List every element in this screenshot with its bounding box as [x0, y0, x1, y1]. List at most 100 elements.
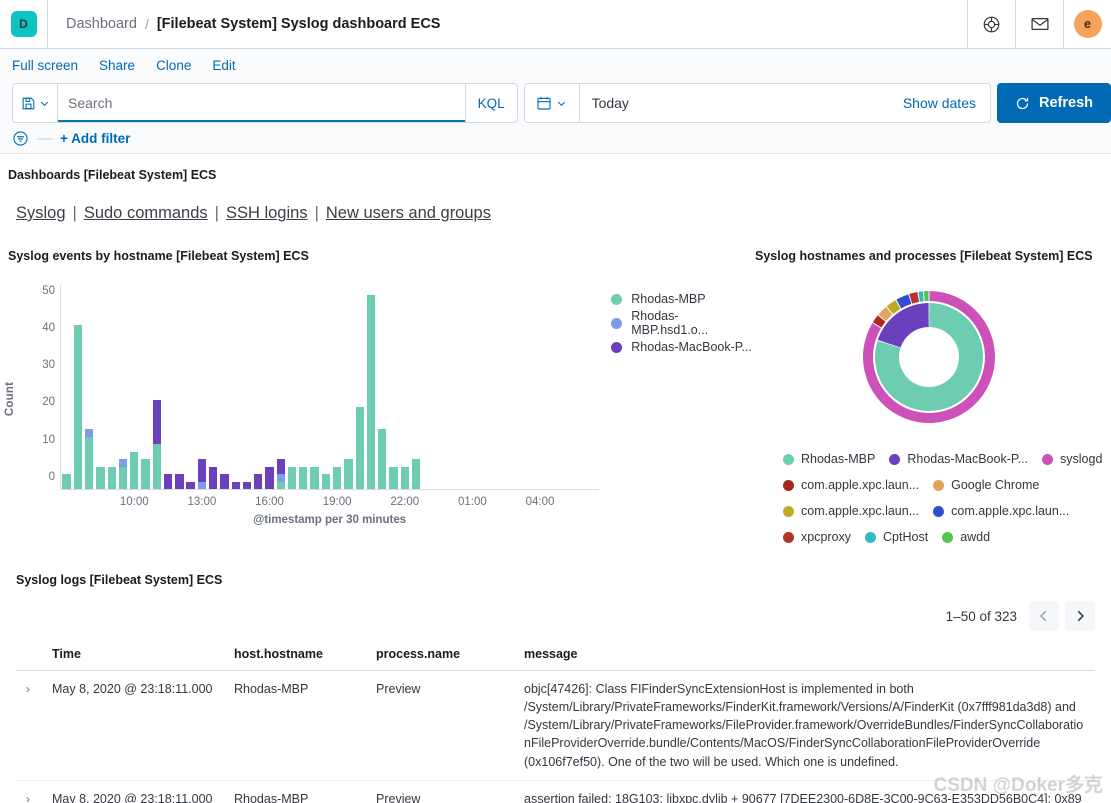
bar-segment-0[interactable]	[130, 452, 138, 489]
legend-item[interactable]: Google Chrome	[933, 475, 1039, 495]
bar-stack[interactable]	[96, 467, 104, 489]
bar-stack[interactable]	[344, 459, 352, 489]
bar-segment-2[interactable]	[243, 482, 251, 489]
legend-item[interactable]: Rhodas-MBP	[783, 449, 875, 469]
link-sudo-commands[interactable]: Sudo commands	[84, 204, 208, 223]
expand-row-cell[interactable]: ›	[16, 780, 42, 803]
bar-segment-0[interactable]	[299, 467, 307, 489]
bar-segment-0[interactable]	[62, 474, 70, 489]
bar-stack[interactable]	[108, 467, 116, 489]
share-button[interactable]: Share	[99, 58, 135, 73]
pagination-next-button[interactable]	[1065, 601, 1095, 631]
bar-segment-0[interactable]	[412, 459, 420, 489]
bar-segment-2[interactable]	[198, 459, 206, 481]
bar-segment-2[interactable]	[265, 467, 273, 489]
legend-item[interactable]: awdd	[942, 527, 990, 547]
date-quick-select-button[interactable]	[525, 84, 580, 122]
bar-segment-0[interactable]	[401, 467, 409, 489]
user-menu-button[interactable]: e	[1063, 0, 1111, 48]
app-logo[interactable]: D	[0, 0, 48, 48]
bar-stack[interactable]	[265, 467, 273, 489]
bar-segment-2[interactable]	[277, 459, 285, 474]
query-language-switcher[interactable]: KQL	[465, 84, 517, 122]
bar-segment-0[interactable]	[322, 474, 330, 489]
bar-stack[interactable]	[220, 474, 228, 489]
bar-stack[interactable]	[130, 452, 138, 489]
bar-stack[interactable]	[119, 459, 127, 489]
bar-stack[interactable]	[367, 295, 375, 489]
bar-segment-0[interactable]	[96, 467, 104, 489]
chevron-right-icon[interactable]: ›	[26, 682, 30, 696]
expand-row-cell[interactable]: ›	[16, 671, 42, 781]
breadcrumb-dashboard[interactable]: Dashboard	[66, 16, 137, 32]
news-feed-button[interactable]	[1015, 0, 1063, 48]
bar-stack[interactable]	[175, 474, 183, 489]
bar-segment-1[interactable]	[198, 482, 206, 489]
breadcrumb-current[interactable]: [Filebeat System] Syslog dashboard ECS	[157, 16, 441, 32]
search-input[interactable]	[58, 85, 465, 122]
bar-segment-0[interactable]	[310, 467, 318, 489]
legend-item[interactable]: com.apple.xpc.laun...	[933, 501, 1069, 521]
add-filter-button[interactable]: + Add filter	[60, 131, 130, 146]
legend-item[interactable]: syslogd	[1042, 449, 1102, 469]
bar-segment-2[interactable]	[232, 482, 240, 489]
table-row[interactable]: ›May 8, 2020 @ 23:18:11.000Rhodas-MBPPre…	[16, 780, 1095, 803]
date-range-value[interactable]: Today	[580, 84, 903, 122]
bar-stack[interactable]	[378, 429, 386, 489]
bar-segment-0[interactable]	[344, 459, 352, 489]
donut-outer-slice-7[interactable]	[924, 291, 929, 301]
edit-button[interactable]: Edit	[212, 58, 235, 73]
bar-stack[interactable]	[412, 459, 420, 489]
bar-segment-0[interactable]	[378, 429, 386, 489]
show-dates-button[interactable]: Show dates	[903, 84, 990, 122]
table-row[interactable]: ›May 8, 2020 @ 23:18:11.000Rhodas-MBPPre…	[16, 671, 1095, 781]
bar-segment-0[interactable]	[333, 467, 341, 489]
bar-segment-0[interactable]	[288, 467, 296, 489]
bar-segment-2[interactable]	[186, 482, 194, 489]
bar-segment-1[interactable]	[277, 474, 285, 481]
bar-segment-0[interactable]	[389, 467, 397, 489]
bar-stack[interactable]	[277, 459, 285, 489]
legend-item[interactable]: CptHost	[865, 527, 928, 547]
bar-stack[interactable]	[401, 467, 409, 489]
chevron-right-icon[interactable]: ›	[26, 792, 30, 803]
bar-segment-2[interactable]	[164, 474, 172, 489]
refresh-button[interactable]: Refresh	[997, 83, 1111, 123]
bar-segment-0[interactable]	[108, 467, 116, 489]
bar-segment-2[interactable]	[153, 400, 161, 445]
column-header-process-name[interactable]: process.name	[366, 639, 514, 671]
link-new-users-and-groups[interactable]: New users and groups	[326, 204, 491, 223]
bar-segment-0[interactable]	[119, 467, 127, 489]
column-header-host-hostname[interactable]: host.hostname	[224, 639, 366, 671]
bar-stack[interactable]	[74, 325, 82, 489]
bar-stack[interactable]	[288, 467, 296, 489]
bar-stack[interactable]	[209, 467, 217, 489]
bar-stack[interactable]	[254, 474, 262, 489]
bar-stack[interactable]	[85, 429, 93, 489]
bar-stack[interactable]	[389, 467, 397, 489]
bar-stack[interactable]	[299, 467, 307, 489]
bar-stack[interactable]	[333, 467, 341, 489]
legend-item[interactable]: Rhodas-MBP.hsd1.o...	[611, 311, 755, 335]
bar-segment-2[interactable]	[254, 474, 262, 489]
bar-segment-2[interactable]	[209, 467, 217, 489]
full-screen-button[interactable]: Full screen	[12, 58, 78, 73]
link-syslog[interactable]: Syslog	[16, 204, 66, 223]
legend-item[interactable]: xpcproxy	[783, 527, 851, 547]
donut-outer-slice-6[interactable]	[918, 291, 923, 301]
bar-segment-0[interactable]	[74, 325, 82, 489]
column-header-time[interactable]: Time	[42, 639, 224, 671]
legend-item[interactable]: Rhodas-MBP	[611, 287, 755, 311]
bar-segment-1[interactable]	[85, 429, 93, 436]
bar-segment-0[interactable]	[141, 459, 149, 489]
bar-segment-0[interactable]	[153, 444, 161, 489]
bar-stack[interactable]	[356, 407, 364, 489]
bar-stack[interactable]	[310, 467, 318, 489]
bar-stack[interactable]	[164, 474, 172, 489]
link-ssh-logins[interactable]: SSH logins	[226, 204, 308, 223]
bar-stack[interactable]	[141, 459, 149, 489]
help-button[interactable]	[967, 0, 1015, 48]
bar-segment-1[interactable]	[119, 459, 127, 466]
bar-segment-2[interactable]	[220, 474, 228, 489]
clone-button[interactable]: Clone	[156, 58, 191, 73]
